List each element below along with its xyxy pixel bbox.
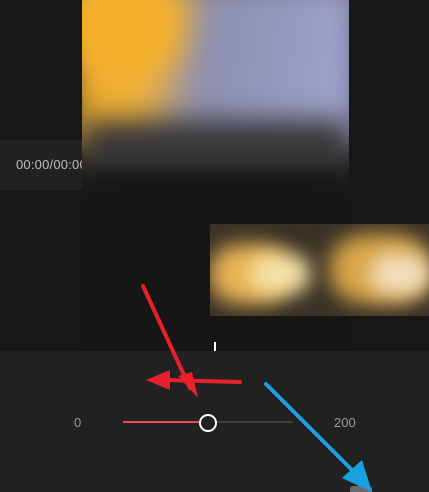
bottom-partial-label <box>350 486 372 492</box>
timeline-playhead[interactable] <box>214 342 216 351</box>
slider-max-label: 200 <box>334 415 356 430</box>
playback-time-readout: 00:00/00:00 <box>16 157 82 172</box>
editor-screen: 00:00/00:00 0 200 <box>0 0 429 492</box>
slider-min-label: 0 <box>74 415 82 430</box>
slider-fill <box>123 421 208 423</box>
video-preview-area: 00:00/00:00 <box>0 0 429 351</box>
clip-thumbnail <box>370 254 429 294</box>
timeline-clip-strip[interactable] <box>210 224 429 316</box>
slider-thumb[interactable] <box>199 414 217 432</box>
clip-thumbnail <box>250 254 310 294</box>
